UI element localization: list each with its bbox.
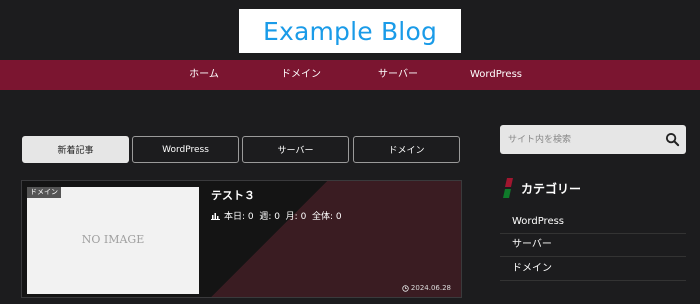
- clock-icon: [402, 284, 409, 292]
- nav-item-domain[interactable]: ドメイン: [281, 60, 321, 90]
- nav-item-wordpress[interactable]: WordPress: [470, 60, 522, 90]
- nav-item-home[interactable]: ホーム: [189, 60, 219, 90]
- article-title[interactable]: テスト３: [211, 187, 255, 203]
- article-date: 2024.06.28: [402, 284, 451, 292]
- site-logo-text: Example Blog: [262, 16, 438, 46]
- search-icon[interactable]: [665, 132, 680, 147]
- category-heading-icon: [503, 178, 513, 198]
- category-item-wordpress[interactable]: WordPress: [500, 212, 686, 234]
- search-input[interactable]: [508, 125, 658, 154]
- no-image-placeholder: NO IMAGE: [81, 233, 145, 246]
- tab-domain[interactable]: ドメイン: [353, 136, 460, 163]
- article-date-text: 2024.06.28: [410, 284, 451, 292]
- bar-chart-icon: [211, 213, 220, 220]
- site-logo[interactable]: Example Blog: [239, 9, 461, 53]
- search-box: [500, 125, 686, 154]
- category-item-server[interactable]: サーバー: [500, 235, 686, 257]
- category-heading: カテゴリー: [521, 181, 582, 196]
- global-nav: ホーム ドメイン サーバー WordPress: [0, 60, 700, 90]
- tab-wordpress[interactable]: WordPress: [132, 136, 239, 163]
- category-widget-header: カテゴリー: [503, 177, 581, 199]
- article-stats-text: 本日: 0 週: 0 月: 0 全体: 0: [224, 212, 342, 222]
- article-stats: 本日: 0 週: 0 月: 0 全体: 0: [211, 209, 342, 222]
- article-thumbnail[interactable]: ドメイン NO IMAGE: [27, 187, 199, 294]
- tab-server[interactable]: サーバー: [242, 136, 349, 163]
- tab-new-articles[interactable]: 新着記事: [22, 136, 129, 163]
- article-card[interactable]: ドメイン NO IMAGE テスト３ 本日: 0 週: 0 月: 0 全体: 0…: [21, 180, 462, 298]
- nav-item-server[interactable]: サーバー: [378, 60, 418, 90]
- category-item-domain[interactable]: ドメイン: [500, 259, 686, 281]
- category-badge: ドメイン: [27, 187, 61, 198]
